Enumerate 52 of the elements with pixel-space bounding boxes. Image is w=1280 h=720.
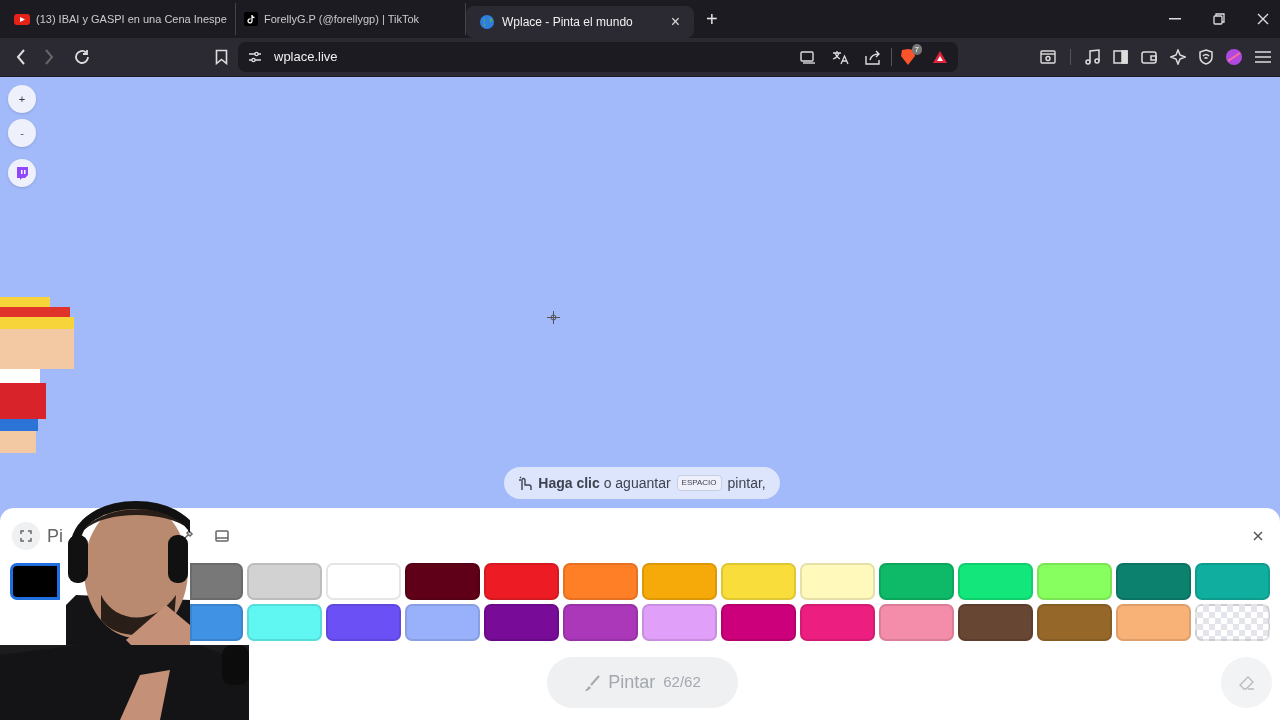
music-icon[interactable] — [1085, 49, 1101, 65]
eraser-button[interactable] — [1221, 657, 1272, 708]
tap-icon — [518, 475, 533, 491]
reload-icon[interactable] — [74, 49, 90, 65]
fullscreen-icon — [20, 530, 32, 542]
chat-button[interactable] — [8, 159, 36, 187]
tab-close-button[interactable]: × — [670, 10, 680, 34]
hint-text: pintar, — [727, 473, 766, 493]
restore-icon[interactable] — [1213, 13, 1225, 25]
screenshot-icon[interactable] — [1040, 50, 1056, 64]
new-tab-button[interactable]: + — [706, 4, 718, 34]
shield-icon[interactable] — [1199, 49, 1213, 65]
panel-title: Pi — [47, 524, 63, 548]
globe-icon — [480, 15, 494, 29]
translate-icon[interactable] — [832, 49, 849, 65]
close-icon[interactable] — [1253, 531, 1263, 541]
site-settings-icon[interactable] — [248, 51, 262, 63]
triangle-icon[interactable] — [932, 50, 948, 64]
color-swatch[interactable] — [10, 563, 60, 600]
browser-tab[interactable]: Wplace - Pinta el mundo × — [466, 6, 694, 38]
crosshair-icon — [547, 311, 560, 324]
brush-icon — [584, 674, 601, 691]
image-icon[interactable] — [215, 530, 229, 542]
browser-tab[interactable]: ForellyG.P (@forellygp) | TikTok — [236, 3, 466, 35]
fullscreen-button[interactable] — [12, 522, 40, 550]
chat-icon — [15, 165, 29, 181]
forward-icon[interactable] — [44, 49, 54, 65]
browser-tab[interactable]: (13) IBAI y GASPI en una Cena Inespe — [6, 3, 236, 35]
sparkle-icon[interactable] — [1170, 49, 1186, 65]
blocked-count-badge: 7 — [911, 44, 922, 55]
key-label: ESPACIO — [676, 475, 722, 491]
lion-shield-icon[interactable] — [900, 48, 916, 66]
hint-text: Haga clic o aguantar — [538, 473, 671, 493]
url-text: wplace.live — [274, 48, 338, 67]
note-icon — [244, 12, 258, 26]
menu-icon[interactable] — [1255, 51, 1271, 63]
back-icon[interactable] — [16, 49, 26, 65]
eraser-icon — [1238, 675, 1255, 690]
address-bar[interactable]: wplace.live 7 — [238, 42, 958, 72]
tab-title: ForellyG.P (@forellygp) | TikTok — [264, 11, 421, 27]
zoom-in-button[interactable]: + — [8, 85, 36, 113]
tab-title: Wplace - Pinta el mundo — [502, 14, 634, 31]
profile-icon[interactable] — [1226, 49, 1242, 65]
bookmark-icon[interactable] — [215, 49, 228, 65]
share-icon[interactable] — [865, 49, 881, 65]
install-icon[interactable] — [800, 50, 816, 64]
play-icon — [14, 13, 30, 25]
wallet-icon[interactable] — [1141, 50, 1157, 64]
sidebar-icon[interactable] — [1113, 50, 1128, 64]
minimize-icon[interactable] — [1169, 18, 1181, 20]
zoom-out-button[interactable]: - — [8, 119, 36, 147]
tab-title: (13) IBAI y GASPI en una Cena Inespe — [36, 11, 227, 27]
